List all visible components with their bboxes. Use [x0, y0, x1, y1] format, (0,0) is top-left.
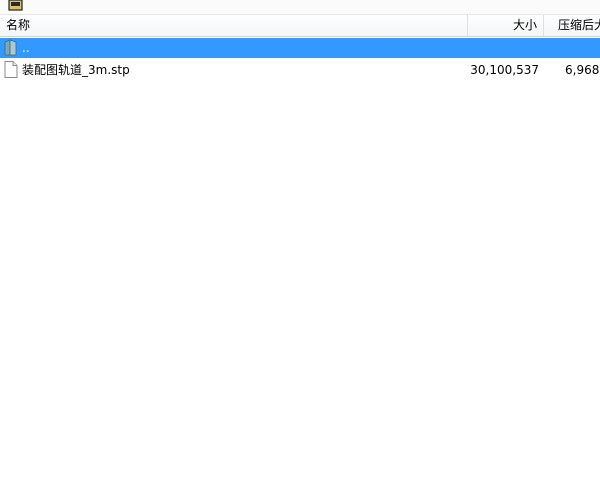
list-item-file[interactable]: 装配图轨道_3m.stp 30,100,537 6,968,1: [0, 60, 600, 80]
column-name-header[interactable]: 名称: [0, 15, 468, 36]
file-icon: [4, 61, 18, 84]
file-name: 装配图轨道_3m.stp: [22, 63, 130, 77]
folder-up-icon: [4, 39, 18, 62]
archive-icon[interactable]: [8, 0, 24, 15]
list-item-parent-folder[interactable]: ..: [0, 38, 600, 58]
column-header: 名称 大小 压缩后大小: [0, 15, 600, 37]
column-size-header[interactable]: 大小: [468, 15, 544, 36]
toolbar: [0, 0, 600, 15]
file-size: 30,100,537: [470, 63, 539, 77]
file-name: ..: [22, 41, 30, 55]
column-packed-size-header[interactable]: 压缩后大小: [544, 15, 600, 36]
file-packed-size: 6,968,1: [565, 63, 600, 77]
